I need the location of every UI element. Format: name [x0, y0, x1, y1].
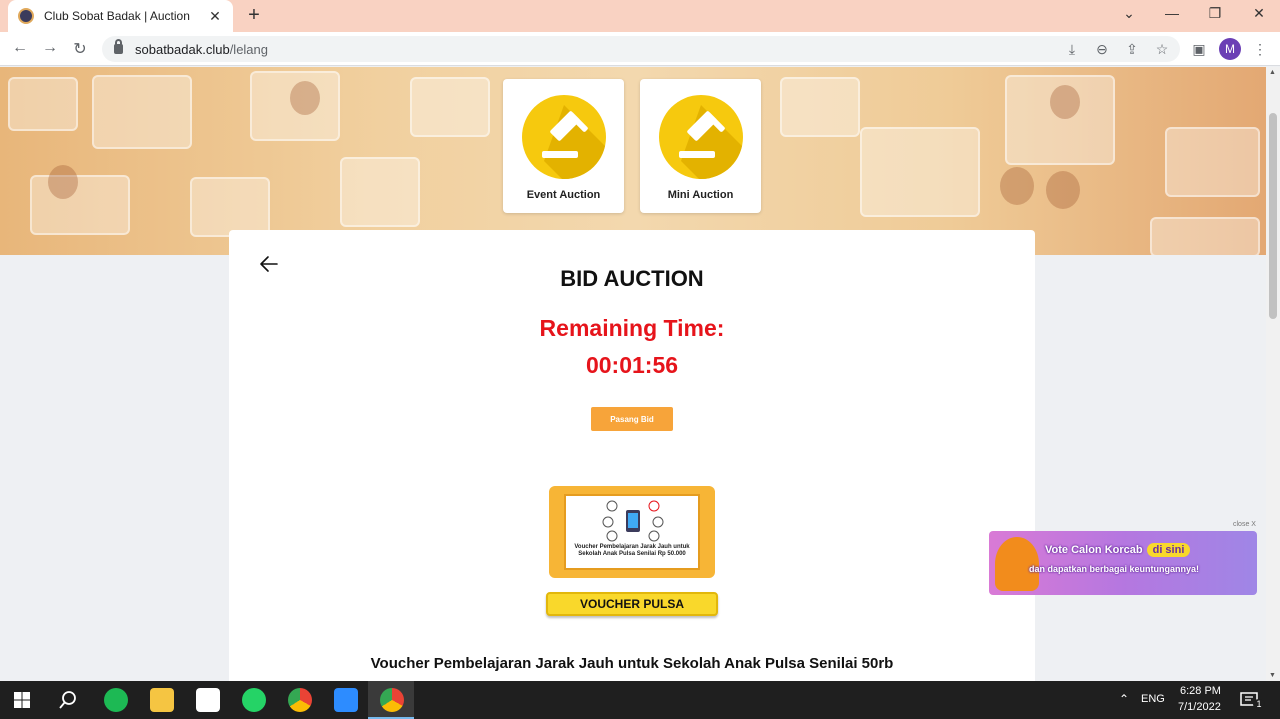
phone-network-icon [602, 500, 664, 542]
decor-video-tile [340, 157, 420, 227]
zoom-app-icon[interactable] [334, 688, 358, 712]
windows-taskbar: ⌃ ENG 6:28 PM 7/1/2022 1 [0, 681, 1280, 719]
ad-close-link[interactable]: close X [1233, 521, 1256, 528]
voucher-caption: Voucher Pembelajaran Jarak Jauh untuk Se… [574, 544, 690, 557]
window-close-button[interactable]: ✕ [1247, 5, 1271, 22]
event-auction-card[interactable]: Event Auction [503, 79, 624, 213]
site-favicon-icon [18, 8, 34, 24]
browser-toolbar: ← → ↻ sobatbadak.club/lelang ⤓ ⊖ ⇪ ☆ ▣ ⋮ [0, 32, 1280, 66]
hero-banner: Event Auction Mini Auction [0, 67, 1266, 255]
product-name: Voucher Pembelajaran Jarak Jauh untuk Se… [370, 655, 894, 672]
back-nav-icon[interactable]: ← [10, 39, 30, 57]
bid-auction-panel: BID AUCTION Remaining Time: 00:01:56 Pas… [229, 230, 1035, 681]
search-icon[interactable] [56, 688, 80, 712]
browser-tab[interactable]: Club Sobat Badak | Auction ✕ [8, 0, 233, 32]
countdown-timer: 00:01:56 [585, 352, 679, 378]
whatsapp-icon[interactable] [242, 688, 266, 712]
tab-search-chevron-icon[interactable]: ⌄ [1117, 5, 1141, 22]
decor-person [1050, 85, 1080, 119]
clock-time[interactable]: 6:28 PM [1180, 685, 1221, 697]
lock-icon [114, 39, 123, 54]
tray-chevron-icon[interactable]: ⌃ [1119, 692, 1129, 706]
decor-video-tile [780, 77, 860, 137]
mini-auction-card[interactable]: Mini Auction [640, 79, 761, 213]
decor-video-tile [410, 77, 490, 137]
decor-video-tile [860, 127, 980, 217]
place-bid-button[interactable]: Pasang Bid [591, 407, 673, 431]
ad-subline: dan dapatkan berbagai keuntungannya! [1029, 564, 1200, 574]
tab-title: Club Sobat Badak | Auction [44, 9, 190, 23]
voucher-tag: VOUCHER PULSA [546, 592, 718, 616]
gavel-icon [658, 95, 743, 179]
sticky-notes-icon[interactable] [196, 688, 220, 712]
url-host: sobatbadak.club [135, 41, 230, 57]
decor-video-tile [92, 75, 192, 149]
notification-count: 1 [1253, 699, 1265, 709]
bookmark-star-icon[interactable]: ☆ [1153, 41, 1171, 58]
restore-button[interactable]: ❐ [1203, 5, 1227, 22]
ad-pill: di sini [1146, 543, 1191, 557]
profile-avatar[interactable]: M [1219, 38, 1241, 60]
voucher-card: Voucher Pembelajaran Jarak Jauh untuk Se… [564, 494, 700, 570]
decor-video-tile [190, 177, 270, 237]
menu-kebab-icon[interactable]: ⋮ [1251, 41, 1269, 58]
minimize-button[interactable]: — [1160, 5, 1184, 21]
decor-video-tile [1165, 127, 1260, 197]
windows-start-icon[interactable] [10, 688, 34, 712]
ad-headline: Vote Calon Korcab di sini [1045, 543, 1191, 557]
side-panel-icon[interactable]: ▣ [1190, 41, 1208, 58]
page-scrollbar[interactable]: ▲ ▼ [1266, 67, 1280, 681]
event-auction-label: Event Auction [526, 189, 601, 201]
new-tab-button[interactable]: + [244, 5, 264, 25]
reload-icon[interactable]: ↻ [70, 39, 90, 59]
spotify-icon[interactable] [104, 688, 128, 712]
decor-person [48, 165, 78, 199]
decor-video-tile [1150, 217, 1260, 255]
share-icon[interactable]: ⇪ [1123, 41, 1141, 58]
decor-person [1000, 167, 1034, 205]
voucher-image: Voucher Pembelajaran Jarak Jauh untuk Se… [549, 486, 715, 578]
address-bar[interactable]: sobatbadak.club/lelang [102, 36, 1180, 62]
forward-nav-icon[interactable]: → [40, 39, 60, 57]
scroll-thumb[interactable] [1269, 113, 1277, 319]
scroll-up-icon[interactable]: ▲ [1269, 69, 1276, 76]
decor-person [1046, 171, 1080, 209]
remaining-time-label: Remaining Time: [539, 315, 725, 341]
ad-headline-text: Vote Calon Korcab [1045, 544, 1143, 556]
language-indicator[interactable]: ENG [1141, 693, 1165, 705]
install-app-icon[interactable]: ⤓ [1063, 41, 1081, 58]
decor-video-tile [8, 77, 78, 131]
clock-date[interactable]: 7/1/2022 [1178, 701, 1221, 713]
vote-ad-banner[interactable]: Vote Calon Korcab di sini dan dapatkan be… [989, 531, 1257, 595]
mini-auction-label: Mini Auction [667, 189, 734, 201]
scroll-down-icon[interactable]: ▼ [1269, 672, 1276, 679]
browser-tabbar: Club Sobat Badak | Auction ✕ + ⌄ — ❐ ✕ [0, 0, 1280, 32]
page-title: BID AUCTION [560, 266, 704, 291]
file-explorer-icon[interactable] [150, 688, 174, 712]
url-path: /lelang [229, 41, 268, 57]
chrome-icon[interactable] [288, 688, 312, 712]
decor-person [290, 81, 320, 115]
chrome-profile-icon[interactable] [380, 688, 404, 712]
gavel-icon [521, 95, 606, 179]
zoom-icon[interactable]: ⊖ [1093, 41, 1111, 58]
tab-close-icon[interactable]: ✕ [207, 8, 223, 25]
decor-video-tile [30, 175, 130, 235]
